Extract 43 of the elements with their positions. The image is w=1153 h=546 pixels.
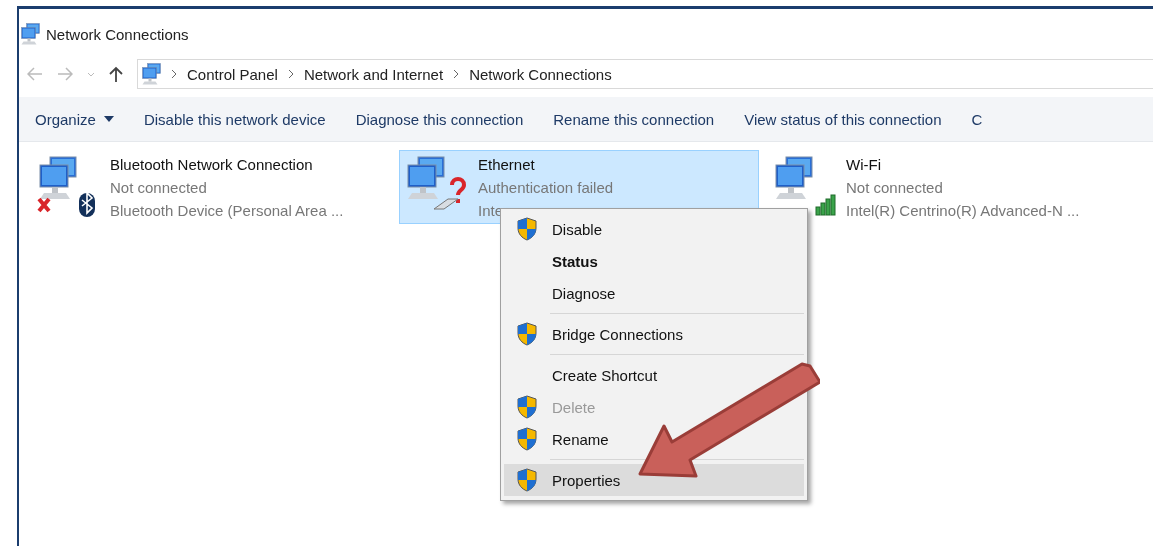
forward-arrow-icon <box>57 67 73 81</box>
toolbar-button[interactable]: Diagnose this connection <box>355 110 524 128</box>
back-button[interactable] <box>27 67 43 81</box>
breadcrumb[interactable]: Network Connections <box>469 65 612 83</box>
breadcrumb[interactable]: Network and Internet <box>303 65 444 83</box>
connection-status: Authentication failed <box>478 178 614 198</box>
menu-item[interactable]: Bridge Connections <box>504 318 691 350</box>
menu-item[interactable]: Diagnose <box>504 277 624 309</box>
shield-icon <box>516 395 538 419</box>
breadcrumb[interactable]: Control Panel <box>187 65 278 83</box>
connection-item[interactable]: Bluetooth Network Connection Not connected Bluetooth Device (Personal Area ... <box>31 150 391 224</box>
forward-button[interactable] <box>57 67 73 81</box>
device-name: Bluetooth Device (Personal Area ... <box>110 201 344 221</box>
connection-status: Not connected <box>110 178 208 198</box>
connection-name: Bluetooth Network Connection <box>110 155 314 175</box>
toolbar-button[interactable]: C <box>971 110 983 128</box>
recent-locations-button[interactable] <box>87 71 95 77</box>
connection-name: Ethernet <box>478 155 536 175</box>
chevron-icon <box>287 69 294 79</box>
chevron-icon <box>171 69 177 79</box>
menu-item[interactable]: Rename <box>504 423 617 455</box>
shield-icon <box>516 427 538 451</box>
menu-item[interactable]: Status <box>504 245 606 277</box>
toolbar-button[interactable]: Rename this connection <box>553 110 715 128</box>
toolbar-button[interactable]: View status of this connection <box>744 110 942 128</box>
menu-item[interactable]: Properties <box>504 464 804 496</box>
toolbar-button[interactable]: Organize <box>35 110 114 128</box>
toolbar-button[interactable]: Disable this network device <box>143 110 326 128</box>
chevron-down-icon <box>87 71 95 77</box>
menu-item[interactable]: Create Shortcut <box>504 359 666 391</box>
device-name: Intel(R) Centrino(R) Advanced-N ... <box>846 201 1080 221</box>
up-button[interactable] <box>109 65 123 83</box>
shield-icon <box>516 217 538 241</box>
caret-icon <box>103 116 114 122</box>
chevron-icon <box>453 69 460 79</box>
shield-icon <box>516 468 538 492</box>
up-arrow-icon <box>109 65 123 83</box>
connection-status: Not connected <box>846 178 944 198</box>
connection-name: Wi-Fi <box>846 155 882 175</box>
window-title: Network Connections <box>46 25 189 43</box>
address-bar[interactable]: Control Panel Network and Internet Network Connections <box>137 59 1153 89</box>
shield-icon <box>516 322 538 346</box>
back-arrow-icon <box>27 67 43 81</box>
